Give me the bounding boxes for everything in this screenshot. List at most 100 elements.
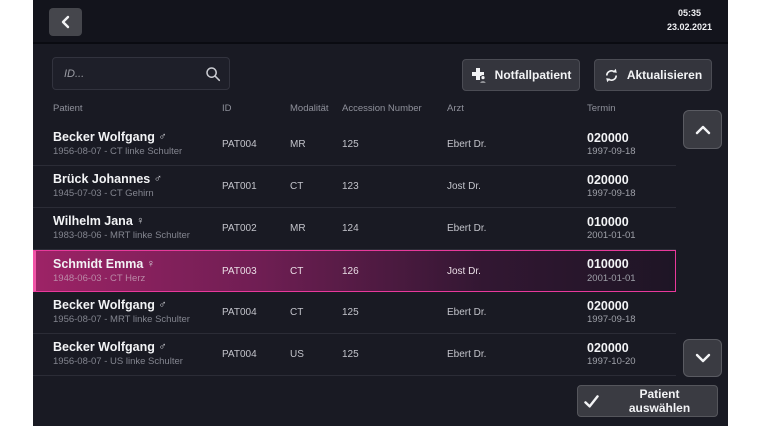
- topbar: 05:35 23.02.2021: [33, 0, 728, 44]
- termin-cell: 020000 1997-10-20: [587, 341, 676, 369]
- chevron-left-icon: [60, 15, 72, 29]
- termin-date: 1997-09-18: [587, 314, 676, 326]
- patient-name: Becker Wolfgang ♂: [53, 130, 222, 146]
- clock: 05:35 23.02.2021: [667, 7, 712, 34]
- patient-id-cell: PAT002: [222, 223, 290, 234]
- termin-cell: 020000 1997-09-18: [587, 299, 676, 327]
- refresh-label: Aktualisieren: [627, 68, 702, 82]
- patient-details: 1956-08-07 - CT linke Schulter: [53, 146, 222, 158]
- accession-number-cell: 124: [342, 223, 447, 234]
- patient-name: Becker Wolfgang ♂: [53, 340, 222, 356]
- arzt-cell: Ebert Dr.: [447, 223, 587, 234]
- termin-cell: 010000 2001-01-01: [587, 215, 676, 243]
- gender-icon: ♀: [147, 258, 155, 270]
- table-row[interactable]: Brück Johannes ♂ 1945-07-03 - CT Gehirn …: [33, 166, 676, 208]
- modality-cell: MR: [290, 139, 342, 150]
- modality-cell: US: [290, 349, 342, 360]
- emergency-patient-label: Notfallpatient: [495, 68, 572, 82]
- patient-details: 1956-08-07 - US linke Schulter: [53, 356, 222, 368]
- termin-date: 2001-01-01: [587, 273, 675, 285]
- col-header-arzt: Arzt: [447, 103, 587, 114]
- patient-name: Schmidt Emma ♀: [53, 257, 222, 273]
- patient-id-cell: PAT004: [222, 349, 290, 360]
- table-header: Patient ID Modalität Accession Number Ar…: [33, 103, 676, 114]
- chevron-up-icon: [695, 125, 711, 135]
- search-box: [52, 57, 230, 90]
- table-row[interactable]: Becker Wolfgang ♂ 1956-08-07 - MRT linke…: [33, 292, 676, 334]
- gender-icon: ♀: [136, 215, 144, 227]
- search-input[interactable]: [53, 58, 229, 89]
- arzt-cell: Ebert Dr.: [447, 349, 587, 360]
- patient-name: Wilhelm Jana ♀: [53, 214, 222, 230]
- table-row[interactable]: Becker Wolfgang ♂ 1956-08-07 - CT linke …: [33, 124, 676, 166]
- termin-cell: 020000 1997-09-18: [587, 173, 676, 201]
- modality-cell: CT: [290, 307, 342, 318]
- termin-date: 2001-01-01: [587, 230, 676, 242]
- arzt-cell: Ebert Dr.: [447, 307, 587, 318]
- page: 05:35 23.02.2021 Notfallpatient: [0, 0, 761, 426]
- arzt-cell: Jost Dr.: [447, 181, 587, 192]
- gender-icon: ♂: [158, 341, 166, 353]
- termin-time: 010000: [587, 257, 675, 273]
- patient-id-cell: PAT004: [222, 139, 290, 150]
- col-header-modality: Modalität: [290, 103, 342, 114]
- accession-number-cell: 126: [342, 266, 447, 277]
- termin-time: 020000: [587, 299, 676, 315]
- table-row[interactable]: Wilhelm Jana ♀ 1983-08-06 - MRT linke Sc…: [33, 208, 676, 250]
- accession-number-cell: 125: [342, 139, 447, 150]
- termin-date: 1997-09-18: [587, 146, 676, 158]
- termin-cell: 020000 1997-09-18: [587, 131, 676, 159]
- termin-time: 010000: [587, 215, 676, 231]
- col-header-patient: Patient: [53, 103, 222, 114]
- checkmark-icon: [584, 395, 599, 408]
- table-row[interactable]: Becker Wolfgang ♂ 1956-08-07 - US linke …: [33, 334, 676, 376]
- col-header-termin: Termin: [587, 103, 676, 114]
- patient-table-body: Becker Wolfgang ♂ 1956-08-07 - CT linke …: [33, 124, 676, 376]
- patient-cell: Becker Wolfgang ♂ 1956-08-07 - US linke …: [53, 340, 222, 368]
- patient-cell: Schmidt Emma ♀ 1948-06-03 - CT Herz: [53, 257, 222, 285]
- patient-cell: Becker Wolfgang ♂ 1956-08-07 - CT linke …: [53, 130, 222, 158]
- table-row[interactable]: Schmidt Emma ♀ 1948-06-03 - CT Herz PAT0…: [33, 250, 676, 292]
- gender-icon: ♂: [154, 173, 162, 185]
- modality-cell: CT: [290, 266, 342, 277]
- termin-date: 1997-09-18: [587, 188, 676, 200]
- patient-details: 1948-06-03 - CT Herz: [53, 273, 222, 285]
- termin-cell: 010000 2001-01-01: [587, 257, 675, 285]
- col-header-accession: Accession Number: [342, 103, 447, 114]
- arzt-cell: Jost Dr.: [447, 266, 587, 277]
- gender-icon: ♂: [158, 131, 166, 143]
- back-button[interactable]: [49, 8, 82, 36]
- patient-details: 1983-08-06 - MRT linke Schulter: [53, 230, 222, 242]
- scroll-down-button[interactable]: [683, 339, 722, 377]
- clock-time: 05:35: [667, 7, 712, 21]
- emergency-patient-button[interactable]: Notfallpatient: [462, 59, 580, 91]
- modality-cell: MR: [290, 223, 342, 234]
- chevron-down-icon: [695, 353, 711, 363]
- accession-number-cell: 125: [342, 307, 447, 318]
- accession-number-cell: 123: [342, 181, 447, 192]
- patient-id-cell: PAT001: [222, 181, 290, 192]
- scroll-up-button[interactable]: [683, 110, 722, 149]
- patient-name: Brück Johannes ♂: [53, 172, 222, 188]
- patient-worklist-app: 05:35 23.02.2021 Notfallpatient: [33, 0, 728, 426]
- clock-date: 23.02.2021: [667, 21, 712, 35]
- termin-time: 020000: [587, 341, 676, 357]
- search-icon: [205, 66, 221, 87]
- refresh-icon: [604, 68, 619, 83]
- select-patient-button[interactable]: Patient auswählen: [577, 385, 718, 417]
- patient-id-cell: PAT003: [222, 266, 290, 277]
- patient-name: Becker Wolfgang ♂: [53, 298, 222, 314]
- gender-icon: ♂: [158, 299, 166, 311]
- termin-date: 1997-10-20: [587, 356, 676, 368]
- termin-time: 020000: [587, 173, 676, 189]
- modality-cell: CT: [290, 181, 342, 192]
- patient-id-cell: PAT004: [222, 307, 290, 318]
- patient-cell: Wilhelm Jana ♀ 1983-08-06 - MRT linke Sc…: [53, 214, 222, 242]
- select-patient-label: Patient auswählen: [608, 387, 711, 415]
- emergency-patient-icon: [471, 67, 487, 83]
- col-header-id: ID: [222, 103, 290, 114]
- arzt-cell: Ebert Dr.: [447, 139, 587, 150]
- patient-cell: Becker Wolfgang ♂ 1956-08-07 - MRT linke…: [53, 298, 222, 326]
- termin-time: 020000: [587, 131, 676, 147]
- refresh-button[interactable]: Aktualisieren: [594, 59, 712, 91]
